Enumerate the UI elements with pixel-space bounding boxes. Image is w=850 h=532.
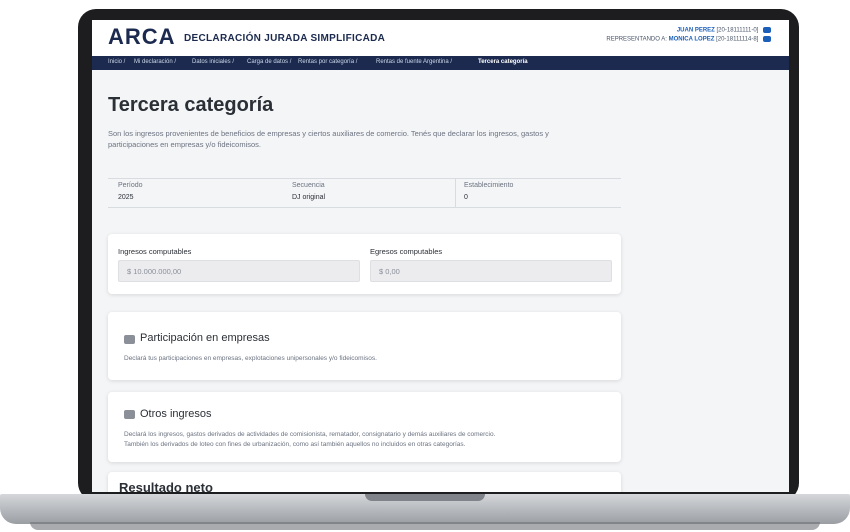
page-title: Tercera categoría [108, 94, 274, 116]
secuencia-value: DJ original [292, 194, 326, 201]
money-bag-icon [124, 410, 135, 419]
secuencia-label: Secuencia [292, 182, 325, 189]
screen: ARCA DECLARACIÓN JURADA SIMPLIFICADA JUA… [92, 20, 789, 492]
establecimiento-value: 0 [464, 194, 468, 201]
ingresos-field[interactable]: $ 10.000.000,00 [118, 260, 360, 282]
participacion-description: Declará tus participaciones en empresas,… [124, 355, 377, 362]
represented-name: MONICA LOPEZ [668, 36, 715, 43]
breadcrumb-mi-declaracion[interactable]: Mi declaración / [134, 59, 176, 65]
periodo-value: 2025 [118, 194, 134, 201]
resultado-title: Resultado neto [119, 480, 213, 495]
declaration-info: Período 2025 Secuencia DJ original Estab… [108, 178, 621, 208]
otros-ingresos-card[interactable]: Otros ingresos Declará los ingresos, gas… [108, 392, 621, 462]
building-icon [124, 335, 135, 344]
breadcrumb: Inicio / Mi declaración / Datos iniciale… [92, 56, 789, 70]
breadcrumb-rentas-fuente-argentina[interactable]: Rentas de fuente Argentina / [376, 59, 452, 65]
switch-user-icon[interactable] [763, 36, 771, 42]
represented-info: REPRESENTANDO A: MONICA LOPEZ [20-181111… [606, 36, 771, 43]
egresos-label: Egresos computables [370, 247, 443, 256]
breadcrumb-inicio[interactable]: Inicio / [108, 59, 125, 65]
breadcrumb-carga-datos[interactable]: Carga de datos / [247, 59, 291, 65]
represented-prefix: REPRESENTANDO A: [606, 36, 667, 43]
page-description: Son los ingresos provenientes de benefic… [108, 129, 549, 149]
otros-ingresos-description-1: Declará los ingresos, gastos derivados d… [124, 431, 496, 438]
periodo-label: Período [118, 182, 143, 189]
user-name: JUAN PEREZ [676, 27, 715, 34]
egresos-field[interactable]: $ 0,00 [370, 260, 612, 282]
app-subtitle: DECLARACIÓN JURADA SIMPLIFICADA [184, 33, 386, 44]
user-cuit: [20-18111111-0] [716, 27, 759, 34]
laptop-notch [365, 494, 485, 501]
breadcrumb-tercera-categoria: Tercera categoría [478, 59, 528, 65]
participacion-title: Participación en empresas [140, 332, 270, 344]
column-divider [455, 179, 456, 207]
logout-icon[interactable] [763, 27, 771, 33]
computables-card: Ingresos computables $ 10.000.000,00 Egr… [108, 234, 621, 294]
otros-ingresos-title: Otros ingresos [140, 408, 212, 420]
laptop-shadow [30, 522, 820, 530]
ingresos-label: Ingresos computables [118, 247, 192, 256]
participacion-card[interactable]: Participación en empresas Declará tus pa… [108, 312, 621, 380]
arca-logo[interactable]: ARCA [108, 24, 176, 50]
represented-cuit: [20-18111114-8] [716, 36, 759, 43]
otros-ingresos-description-2: También los derivados de loteo con fines… [124, 441, 466, 448]
breadcrumb-datos-iniciales[interactable]: Datos iniciales / [192, 59, 234, 65]
header: ARCA DECLARACIÓN JURADA SIMPLIFICADA JUA… [92, 20, 789, 56]
establecimiento-label: Establecimiento [464, 182, 514, 189]
user-info: JUAN PEREZ [20-18111111-0] [677, 27, 771, 34]
breadcrumb-rentas-categoria[interactable]: Rentas por categoría / [298, 59, 357, 65]
